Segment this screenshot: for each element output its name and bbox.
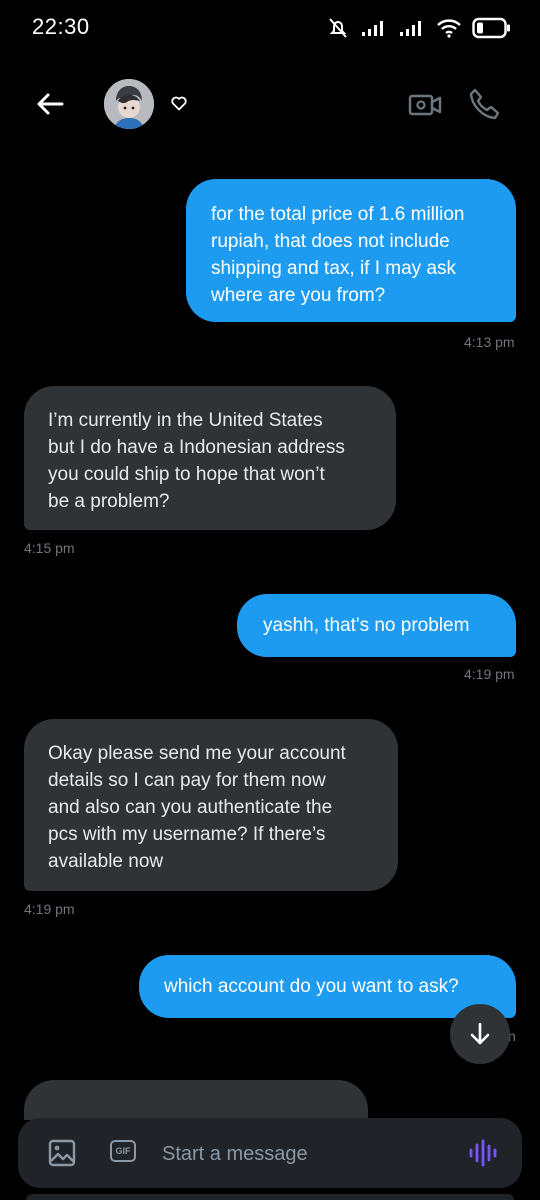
arrow-down-icon bbox=[470, 1022, 490, 1045]
arrow-left-icon[interactable] bbox=[32, 86, 68, 122]
message-bubble-incoming-partial bbox=[24, 1080, 368, 1120]
message-timestamp: 4:13 pm bbox=[464, 334, 515, 350]
message-line: details so I can pay for them now bbox=[48, 770, 326, 791]
message-bubble-outgoing[interactable]: for the total price of 1.6 million rupia… bbox=[186, 179, 516, 322]
message-line: and also can you authenticate the bbox=[48, 797, 333, 818]
image-icon[interactable] bbox=[48, 1139, 76, 1167]
status-icons bbox=[326, 14, 512, 42]
message-line: be a problem? bbox=[48, 491, 170, 512]
message-line: available now bbox=[48, 851, 164, 872]
status-bar: 22:30 bbox=[0, 0, 540, 56]
message-line: shipping and tax, if I may ask bbox=[211, 258, 457, 279]
gif-button[interactable]: GIF bbox=[110, 1140, 136, 1162]
message-bubble-incoming[interactable]: Okay please send me your account details… bbox=[24, 719, 398, 891]
message-bubble-outgoing[interactable]: yashh, that's no problem bbox=[237, 594, 516, 657]
message-line: rupiah, that does not include bbox=[211, 231, 450, 252]
scroll-to-bottom-button[interactable] bbox=[450, 1004, 510, 1064]
heart-outline-icon bbox=[171, 96, 187, 111]
message-line: yashh, that's no problem bbox=[263, 615, 470, 636]
signal-icon-2 bbox=[400, 21, 421, 36]
message-line: which account do you want to ask? bbox=[164, 976, 459, 997]
wifi-icon bbox=[437, 19, 461, 38]
conversation-header bbox=[0, 70, 540, 140]
signal-icon-1 bbox=[362, 21, 383, 36]
message-line: for the total price of 1.6 million bbox=[211, 204, 465, 225]
message-line: I’m currently in the United States bbox=[48, 410, 323, 431]
message-composer: GIF bbox=[18, 1118, 522, 1188]
avatar-image bbox=[104, 79, 154, 129]
status-time: 22:30 bbox=[32, 14, 90, 39]
message-timestamp: 4:19 pm bbox=[464, 666, 515, 682]
message-input[interactable] bbox=[160, 1136, 454, 1172]
avatar[interactable] bbox=[104, 79, 154, 129]
message-line: but I do have a Indonesian address bbox=[48, 437, 345, 458]
message-line: where are you from? bbox=[211, 285, 386, 306]
message-line: Okay please send me your account bbox=[48, 743, 346, 764]
video-camera-icon[interactable] bbox=[408, 88, 442, 122]
voice-wave-icon[interactable] bbox=[468, 1138, 498, 1168]
message-line: you could ship to hope that won’t bbox=[48, 464, 325, 485]
battery-icon bbox=[472, 17, 510, 39]
phone-icon[interactable] bbox=[466, 86, 502, 122]
muted-bell-icon bbox=[329, 18, 347, 38]
message-bubble-outgoing[interactable]: which account do you want to ask? bbox=[139, 955, 516, 1018]
message-line: pcs with my username? If there’s bbox=[48, 824, 326, 845]
message-timestamp: 4:15 pm bbox=[24, 540, 75, 556]
message-timestamp: 4:19 pm bbox=[24, 901, 75, 917]
message-bubble-incoming[interactable]: I’m currently in the United States but I… bbox=[24, 386, 396, 530]
bottom-panel-edge bbox=[26, 1194, 514, 1200]
